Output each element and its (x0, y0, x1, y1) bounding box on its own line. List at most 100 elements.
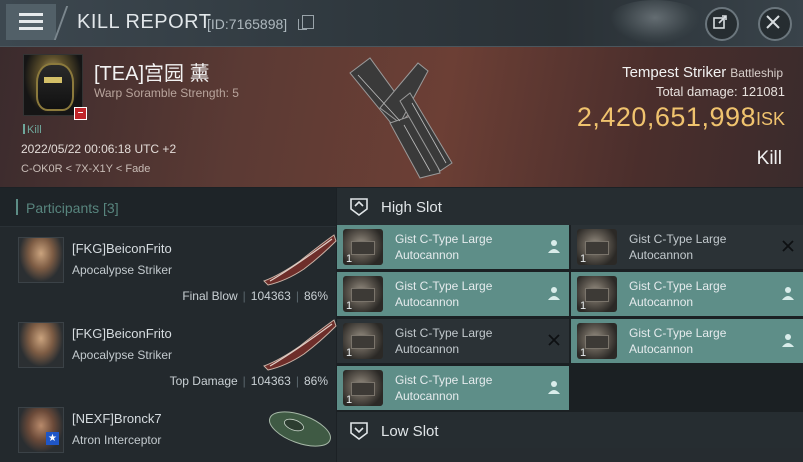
dropped-person-icon (548, 240, 560, 253)
module-slot[interactable]: 1 Gist C-Type Large Autocannon (337, 319, 569, 363)
warp-scramble-strength: Warp Soramble Strength: 5 (94, 86, 239, 100)
negative-standing-icon: – (74, 107, 87, 120)
participant-row[interactable]: [FKG]BeiconFrito Apocalypse Striker Top … (0, 312, 337, 399)
module-slot[interactable]: 1 Gist C-Type Large Autocannon (571, 272, 803, 316)
ship-name-text: Tempest Striker (622, 64, 727, 81)
participant-damage: 104363 (250, 289, 291, 303)
participants-label: Participants (26, 200, 100, 216)
participant-avatar[interactable] (18, 407, 64, 453)
kill-tag: Kill (23, 124, 42, 136)
module-slot[interactable]: 1 Gist C-Type Large Autocannon (337, 225, 569, 269)
participant-damage: 104363 (250, 374, 291, 388)
dropped-person-icon (548, 287, 560, 300)
close-icon (766, 15, 780, 29)
participant-stats: Top Damage | 104363 | 86% (170, 374, 328, 388)
low-slot-content (337, 448, 803, 462)
visor-graphic (44, 77, 62, 83)
participant-percent: 86% (303, 289, 328, 303)
participants-title: Participants [3] (26, 200, 119, 216)
total-damage-value: 121081 (741, 84, 785, 99)
participant-ship-image (263, 234, 337, 286)
module-name: Gist C-Type Large Autocannon (395, 279, 493, 309)
participant-ship-image (269, 411, 331, 447)
section-marker (16, 199, 18, 215)
module-slot[interactable]: 1 Gist C-Type Large Autocannon (571, 319, 803, 363)
participant-name: [NEXF]Bronck7 (72, 411, 162, 426)
participant-ship: Apocalypse Striker (72, 348, 173, 362)
hamburger-icon-line (19, 27, 43, 30)
kill-result: Kill (756, 148, 782, 169)
share-button[interactable] (705, 7, 739, 41)
menu-button[interactable] (6, 4, 56, 40)
copy-icon[interactable] (298, 15, 314, 30)
participant-avatar[interactable] (18, 237, 64, 283)
background-ship-decoration (610, 0, 700, 44)
module-name: Gist C-Type Large Autocannon (629, 232, 727, 262)
module-name: Gist C-Type Large Autocannon (395, 326, 493, 356)
hamburger-icon-line (19, 20, 43, 23)
module-quantity: 1 (580, 347, 587, 359)
separator: | (295, 374, 299, 388)
module-name: Gist C-Type Large Autocannon (629, 279, 727, 309)
participant-percent: 86% (303, 374, 328, 388)
ship-class: Battleship (730, 66, 783, 80)
module-slot[interactable]: 1 Gist C-Type Large Autocannon (571, 225, 803, 269)
share-icon (713, 15, 727, 29)
participant-row[interactable]: [FKG]BeiconFrito Apocalypse Striker Fina… (0, 227, 337, 314)
participant-role: Final Blow (182, 289, 238, 303)
participant-ship: Atron Interceptor (72, 433, 162, 447)
participant-row[interactable]: ★ [NEXF]Bronck7 Atron Interceptor (0, 397, 336, 462)
destroyed-x-icon (782, 240, 794, 252)
module-name: Gist C-Type Large Autocannon (395, 232, 493, 262)
dropped-person-icon (782, 334, 794, 347)
high-slot-icon (350, 198, 368, 216)
kill-datetime: 2022/05/22 00:06:18 UTC +2 (21, 142, 177, 156)
module-quantity: 1 (580, 253, 587, 265)
high-slot-header[interactable]: High Slot (337, 188, 803, 225)
title-bar: KILL REPORT [ID:7165898] (0, 0, 803, 47)
participant-name: [FKG]BeiconFrito (72, 326, 172, 341)
total-damage: Total damage: 121081 (656, 84, 785, 99)
hamburger-icon-line (19, 13, 43, 16)
low-slot-header[interactable]: Low Slot (337, 412, 803, 449)
kill-location[interactable]: C-OK0R < 7X-X1Y < Fade (21, 163, 150, 175)
kill-id: [ID:7165898] (207, 16, 288, 32)
separator: | (295, 289, 299, 303)
module-quantity: 1 (346, 394, 353, 406)
close-button[interactable] (758, 7, 792, 41)
module-quantity: 1 (346, 300, 353, 312)
participant-ship-image (263, 319, 337, 371)
helmet-graphic (36, 63, 74, 111)
fitting-panel: High Slot 1 Gist C-Type Large Autocannon… (337, 188, 803, 462)
destroyed-x-icon (548, 334, 560, 346)
isk-value: 2,420,651,998 (576, 102, 756, 132)
dropped-person-icon (782, 287, 794, 300)
total-damage-label: Total damage: (655, 84, 738, 99)
participant-role: Top Damage (169, 374, 238, 388)
low-slot-icon (350, 422, 368, 440)
participant-stats: Final Blow | 104363 | 86% (182, 289, 328, 303)
high-slot-label: High Slot (381, 199, 442, 216)
low-slot-label: Low Slot (381, 423, 439, 440)
participant-name: [FKG]BeiconFrito (72, 241, 172, 256)
page-title: KILL REPORT (77, 11, 212, 33)
module-quantity: 1 (346, 253, 353, 265)
star-icon: ★ (46, 432, 59, 445)
victim-ship-image[interactable] (340, 53, 455, 181)
module-slot[interactable]: 1 Gist C-Type Large Autocannon (337, 272, 569, 316)
module-name: Gist C-Type Large Autocannon (395, 373, 493, 403)
participant-avatar[interactable] (18, 322, 64, 368)
module-quantity: 1 (580, 300, 587, 312)
participants-header[interactable]: Participants [3] (0, 188, 336, 227)
isk-unit: ISK (755, 109, 785, 129)
separator: | (242, 374, 246, 388)
module-name: Gist C-Type Large Autocannon (629, 326, 727, 356)
victim-ship-name[interactable]: Tempest Striker Battleship (622, 64, 783, 81)
participants-count: [3] (103, 200, 119, 216)
victim-name[interactable]: [TEA]宫园 薰 (94, 57, 210, 86)
victim-summary: – [TEA]宫园 薰 Warp Soramble Strength: 5 Ki… (0, 47, 803, 187)
module-slot[interactable]: 1 Gist C-Type Large Autocannon (337, 366, 569, 410)
separator: | (242, 289, 246, 303)
dropped-person-icon (548, 381, 560, 394)
module-quantity: 1 (346, 347, 353, 359)
